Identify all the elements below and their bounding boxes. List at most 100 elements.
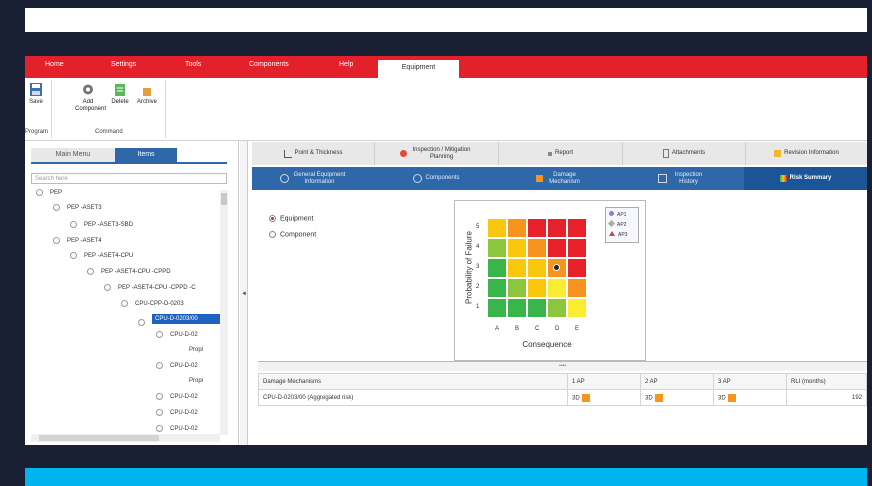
- expand-icon: [36, 189, 43, 196]
- table-row[interactable]: CPU-D-0203/00 (Aggregated risk) 3D 3D 3D…: [258, 389, 867, 406]
- tree-item[interactable]: Propi: [189, 378, 203, 384]
- y-tick-label: 4: [476, 244, 480, 250]
- risk-cell: [527, 218, 547, 238]
- tree-item[interactable]: PEP -ASET3-SBD: [70, 221, 133, 228]
- tab-revision-information[interactable]: Revision Information: [746, 142, 867, 165]
- column-header[interactable]: 3 AP: [713, 373, 787, 390]
- legend-item: AP3: [609, 231, 627, 238]
- x-axis-label: Consequence: [522, 340, 572, 349]
- column-header[interactable]: Damage Mechanisms: [258, 373, 568, 390]
- tab-report[interactable]: Report: [499, 142, 623, 165]
- tab-components[interactable]: Components: [375, 167, 498, 190]
- radio-equipment[interactable]: Equipment: [269, 215, 313, 222]
- column-header[interactable]: 2 AP: [640, 373, 714, 390]
- bottom-banner: [25, 468, 867, 486]
- tree-item[interactable]: PEP -ASET4-CPU -CPPD: [87, 268, 171, 275]
- ap-cell: 3D: [713, 389, 787, 406]
- risk-cell: [527, 258, 547, 278]
- y-tick-label: 2: [476, 284, 480, 290]
- attachment-icon: [662, 149, 669, 158]
- menu-home[interactable]: Home: [45, 61, 64, 68]
- risk-matrix-grid: [487, 218, 587, 318]
- recycle-icon: [115, 84, 125, 96]
- tab-damage-mechanism[interactable]: Damage Mechanism: [498, 167, 621, 190]
- tree-item[interactable]: CPU-CPP-D-0203: [121, 300, 184, 307]
- menu-settings[interactable]: Settings: [111, 61, 136, 68]
- risk-cell: [567, 298, 587, 318]
- tree-item[interactable]: PEP: [36, 189, 62, 196]
- tab-row-secondary: General Equipment Information Components…: [252, 167, 867, 190]
- add-component-button[interactable]: Add Component: [75, 82, 106, 113]
- risk-level-swatch: [581, 393, 590, 402]
- tree-item[interactable]: CPU-D-02: [156, 362, 198, 369]
- column-header[interactable]: RLI (months): [786, 373, 867, 390]
- save-button[interactable]: Save: [27, 82, 45, 105]
- tab-point-thickness[interactable]: Point & Thickness: [252, 142, 375, 165]
- menu-equipment[interactable]: Equipment: [378, 60, 459, 78]
- expand-icon: [53, 204, 60, 211]
- tree-item[interactable]: Propi: [189, 347, 203, 353]
- tab-inspection-history[interactable]: Inspection History: [621, 167, 744, 190]
- tab-inspection-mitigation[interactable]: Inspection / Mitigation Planning: [375, 142, 499, 165]
- risk-cell: [527, 298, 547, 318]
- grid-resize-handle[interactable]: ••••: [258, 362, 867, 371]
- panel-splitter[interactable]: ◄: [240, 141, 248, 445]
- delete-button[interactable]: Delete: [109, 82, 131, 105]
- archive-button[interactable]: Archive: [135, 86, 159, 105]
- archive-icon: [143, 88, 151, 96]
- menu-components[interactable]: Components: [249, 61, 289, 68]
- ribbon-group-program: Program: [25, 129, 49, 135]
- tree-item[interactable]: PEP -ASET3: [53, 204, 102, 211]
- expand-icon: [70, 252, 77, 259]
- radio-component[interactable]: Component: [269, 231, 316, 238]
- tree-item[interactable]: CPU-D-02: [156, 409, 198, 416]
- risk-position-marker[interactable]: [553, 264, 560, 271]
- risk-cell: [567, 218, 587, 238]
- tree-vertical-scrollbar[interactable]: [220, 190, 228, 435]
- risk-cell: [547, 238, 567, 258]
- expand-icon: [121, 300, 128, 307]
- risk-cell: [507, 238, 527, 258]
- risk-cell: [567, 258, 587, 278]
- expand-icon: [156, 425, 163, 432]
- x-tick-label: E: [575, 326, 580, 332]
- tab-attachments[interactable]: Attachments: [623, 142, 746, 165]
- tab-general-equipment[interactable]: General Equipment Information: [252, 167, 375, 190]
- revision-icon: [774, 150, 782, 157]
- radio-dot: [269, 215, 276, 222]
- scrollbar-thumb[interactable]: [221, 193, 227, 205]
- expand-icon: [156, 393, 163, 400]
- report-icon: [547, 151, 552, 156]
- damage-icon: [535, 175, 543, 182]
- x-tick-label: B: [515, 326, 520, 332]
- scrollbar-thumb[interactable]: [39, 435, 159, 441]
- x-tick-label: A: [495, 326, 500, 332]
- tree-horizontal-scrollbar[interactable]: [31, 434, 220, 442]
- risk-cell: [507, 258, 527, 278]
- tab-items[interactable]: Items: [115, 148, 177, 162]
- search-input[interactable]: Search here: [31, 173, 227, 184]
- ribbon-group-command: Command: [95, 129, 123, 135]
- column-header[interactable]: 1 AP: [567, 373, 641, 390]
- menu-help[interactable]: Help: [339, 61, 353, 68]
- risk-cell: [507, 298, 527, 318]
- tree-item[interactable]: PEP -ASET4-CPU -CPPD -C: [104, 284, 196, 291]
- menu-bar: Home Settings Tools Components Help Equi…: [25, 56, 867, 78]
- tree-item[interactable]: CPU-D-02: [156, 425, 198, 432]
- collapse-arrow-icon[interactable]: ◄: [241, 291, 247, 297]
- expand-icon: [156, 362, 163, 369]
- tab-risk-summary[interactable]: Risk Summary: [744, 167, 867, 190]
- y-tick-label: 3: [476, 264, 480, 270]
- tree-item-selected[interactable]: CPU-D-0203/00: [138, 314, 228, 326]
- tree-item[interactable]: CPU-D-02: [156, 331, 198, 338]
- tree-item[interactable]: PEP -ASET4-CPU: [70, 252, 133, 259]
- x-tick-label: D: [555, 326, 560, 332]
- menu-tools[interactable]: Tools: [185, 61, 201, 68]
- radio-dot: [269, 231, 276, 238]
- top-banner: [25, 8, 867, 32]
- tab-main-menu[interactable]: Main Menu: [31, 148, 115, 162]
- tree-item[interactable]: CPU-D-02: [156, 393, 198, 400]
- ribbon: Save Add Component Delete Archive Progra…: [25, 78, 867, 141]
- tree-item[interactable]: PEP -ASET4: [53, 237, 102, 244]
- risk-matrix-icon: [779, 175, 787, 182]
